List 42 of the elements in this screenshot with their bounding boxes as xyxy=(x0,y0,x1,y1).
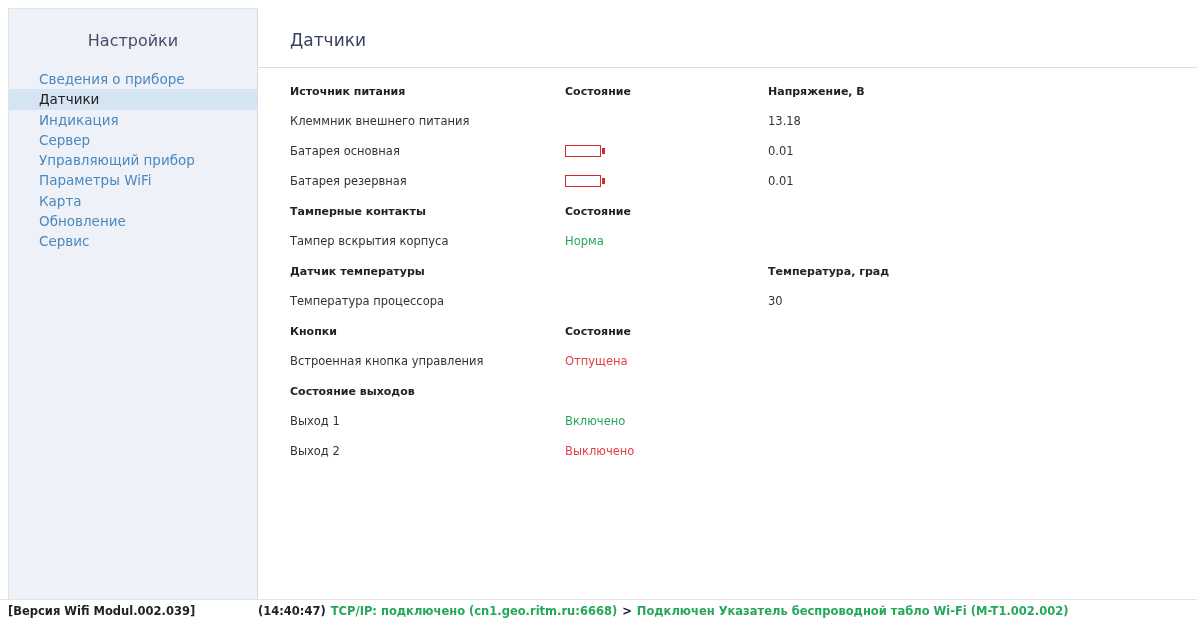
column-header: Состояние xyxy=(565,204,632,218)
status-message: TCP/IP: подключено (cn1.geo.ritm.ru:6668) xyxy=(330,603,618,618)
page-title: Датчики xyxy=(258,8,1197,68)
sidebar-item[interactable]: Параметры WiFi xyxy=(9,170,257,191)
status-message: (14:40:47) xyxy=(258,603,326,618)
column-header: Напряжение, В xyxy=(768,84,866,98)
sidebar-item[interactable]: Индикация xyxy=(9,109,257,130)
sidebar-item[interactable]: Карта xyxy=(9,190,257,212)
status-text: Выключено xyxy=(565,444,635,458)
sidebar-item[interactable]: Датчики xyxy=(9,89,257,110)
column-header: Состояние выходов xyxy=(290,384,416,398)
sensor-name: Клеммник внешнего питания xyxy=(290,114,471,128)
column-header: Температура, град xyxy=(768,264,891,278)
column-header: Тамперные контакты xyxy=(290,204,427,218)
sensor-name: Выход 1 xyxy=(290,414,341,428)
version-label: [Версия Wifi Modul.002.039] xyxy=(8,603,197,618)
status-message: Подключен Указатель беспроводной табло Wi-Fi (M-T1.002.002) xyxy=(636,603,1069,618)
sensor-value: 0.01 xyxy=(768,174,795,188)
status-text: Включено xyxy=(565,414,626,428)
sensor-name: Батарея резервная xyxy=(290,174,408,188)
sensor-name: Тампер вскрытия корпуса xyxy=(290,234,450,248)
column-header: Кнопки xyxy=(290,324,338,338)
sensor-value: 30 xyxy=(768,294,784,308)
sensor-name: Температура процессора xyxy=(290,294,445,308)
status-text: Норма xyxy=(565,234,604,248)
column-header: Датчик температуры xyxy=(290,264,426,278)
sidebar-item[interactable]: Управляющий прибор xyxy=(9,150,257,171)
status-text: Отпущена xyxy=(565,354,628,368)
sensor-name: Батарея основная xyxy=(290,144,401,158)
sidebar-item[interactable]: Сервис xyxy=(9,231,257,252)
status-message: > xyxy=(622,603,632,618)
column-header: Состояние xyxy=(565,84,632,98)
column-header: Источник питания xyxy=(290,84,407,98)
column-header: Состояние xyxy=(565,324,632,338)
sidebar-title: Настройки xyxy=(86,31,180,50)
sidebar-item[interactable]: Сервер xyxy=(9,129,257,151)
sidebar-item[interactable]: Обновление xyxy=(9,211,257,232)
sensor-value: 0.01 xyxy=(768,144,795,158)
sensor-name: Встроенная кнопка управления xyxy=(290,354,485,368)
sensor-name: Выход 2 xyxy=(290,444,341,458)
sensor-value: 13.18 xyxy=(768,114,802,128)
sidebar-item[interactable]: Сведения о приборе xyxy=(9,69,257,90)
